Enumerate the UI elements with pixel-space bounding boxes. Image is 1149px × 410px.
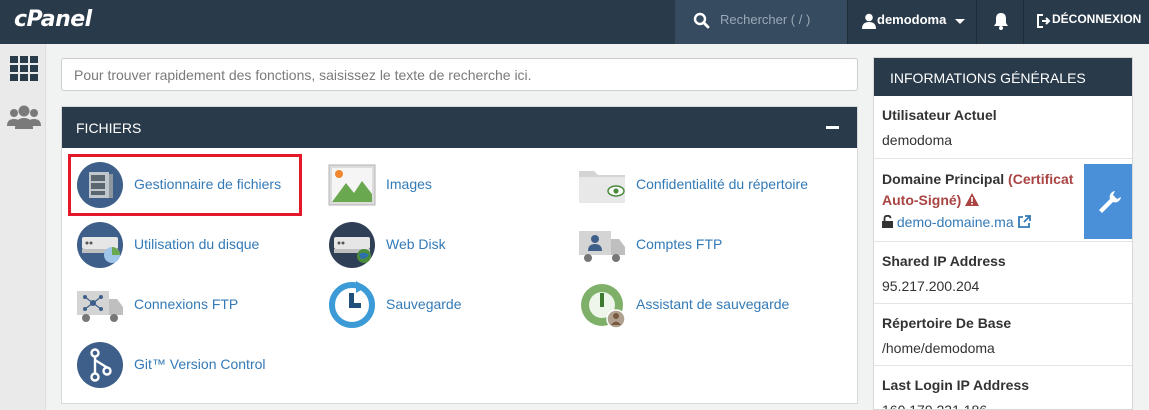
home-dir-row: Répertoire De Base /home/demodoma [874, 303, 1132, 365]
backup-wizard-icon [581, 284, 626, 329]
apps-grid-icon[interactable] [10, 56, 38, 82]
ftp-connections-link[interactable]: Connexions FTP [76, 281, 306, 327]
top-search[interactable]: Rechercher ( / ) [675, 0, 847, 44]
users-icon[interactable] [6, 104, 42, 132]
directory-privacy-icon [579, 171, 625, 203]
unlock-icon [882, 214, 893, 228]
warning-icon [965, 193, 980, 206]
backup-wizard-label: Assistant de sauvegarde [636, 296, 790, 312]
ftp-accounts-link[interactable]: Comptes FTP [578, 221, 798, 267]
ftp-connections-label: Connexions FTP [134, 296, 239, 312]
web-disk-link[interactable]: Web Disk [328, 221, 528, 268]
home-dir-value: /home/demodoma [882, 340, 995, 356]
backup-link[interactable]: Sauvegarde [328, 281, 528, 328]
main-domain-label: Domaine Principal [882, 171, 1005, 187]
file-manager-link[interactable]: Gestionnaire de fichiers [76, 161, 316, 208]
disk-usage-icon [77, 222, 123, 268]
bell-icon [994, 13, 1008, 30]
web-disk-icon [329, 222, 375, 268]
domain-link[interactable]: demo-domaine.ma [897, 214, 1014, 230]
wrench-icon [1099, 191, 1121, 213]
file-manager-icon [77, 162, 123, 208]
notifications-button[interactable] [976, 0, 1024, 44]
shared-ip-row: Shared IP Address 95.217.200.204 [874, 241, 1132, 303]
directory-privacy-label: Confidentialité du répertoire [636, 176, 808, 192]
images-icon [328, 164, 376, 206]
logout-icon [1037, 14, 1051, 28]
search-icon [693, 12, 710, 29]
top-search-placeholder[interactable]: Rechercher ( / ) [720, 12, 810, 27]
feature-search-input[interactable] [61, 58, 858, 91]
main-domain-heading: Domaine Principal (Certificat Auto-Signé… [882, 169, 1082, 211]
ftp-accounts-label: Comptes FTP [636, 236, 723, 252]
cpanel-logo[interactable]: cPanel [14, 7, 92, 32]
username: demodoma [877, 12, 947, 27]
logout-button[interactable]: DÉCONNEXION [1025, 0, 1149, 44]
general-info-panel: INFORMATIONS GÉNÉRALES Utilisateur Actue… [873, 57, 1133, 410]
web-disk-label: Web Disk [386, 236, 446, 252]
images-link[interactable]: Images [328, 161, 548, 207]
home-dir-label: Répertoire De Base [882, 315, 1012, 331]
logout-label: DÉCONNEXION [1052, 12, 1142, 26]
files-panel-header[interactable]: FICHIERS [62, 107, 857, 148]
external-link-icon[interactable] [1017, 215, 1031, 228]
domain-line: demo-domaine.ma [882, 214, 1031, 230]
backup-label: Sauvegarde [386, 296, 462, 312]
git-icon [77, 342, 123, 388]
minimize-icon[interactable] [826, 126, 839, 129]
backup-icon [329, 281, 375, 328]
directory-privacy-link[interactable]: Confidentialité du répertoire [578, 161, 848, 207]
git-version-control-label: Git™ Version Control [134, 356, 266, 372]
main-domain-row: Domaine Principal (Certificat Auto-Signé… [874, 158, 1132, 241]
general-info-title: INFORMATIONS GÉNÉRALES [874, 58, 1132, 96]
backup-wizard-link[interactable]: Assistant de sauvegarde [578, 281, 828, 329]
file-manager-label: Gestionnaire de fichiers [134, 176, 282, 192]
last-login-label: Last Login IP Address [882, 377, 1030, 393]
shared-ip-value: 95.217.200.204 [882, 278, 980, 294]
left-rail [0, 44, 46, 410]
ftp-accounts-icon [579, 231, 625, 262]
ftp-connections-icon [77, 291, 123, 322]
disk-usage-link[interactable]: Utilisation du disque [76, 221, 306, 268]
top-bar: cPanel Rechercher ( / ) demodoma DÉCONNE… [0, 0, 1149, 44]
current-user-value: demodoma [882, 132, 953, 148]
images-label: Images [386, 176, 432, 192]
chevron-down-icon [955, 19, 965, 24]
git-version-control-link[interactable]: Git™ Version Control [76, 341, 306, 388]
domain-settings-button[interactable] [1084, 164, 1132, 239]
shared-ip-label: Shared IP Address [882, 253, 1006, 269]
user-menu[interactable]: demodoma [847, 0, 975, 44]
disk-usage-label: Utilisation du disque [134, 236, 260, 252]
last-login-value: 160.179.231.186 [882, 402, 988, 410]
current-user-label: Utilisateur Actuel [882, 107, 997, 123]
last-login-row: Last Login IP Address 160.179.231.186 [874, 365, 1132, 410]
current-user-row: Utilisateur Actuel demodoma [874, 96, 1132, 158]
user-icon [862, 13, 876, 29]
files-panel: FICHIERS Gestionnaire de fichiers Images [61, 106, 858, 404]
files-panel-title: FICHIERS [76, 120, 142, 136]
